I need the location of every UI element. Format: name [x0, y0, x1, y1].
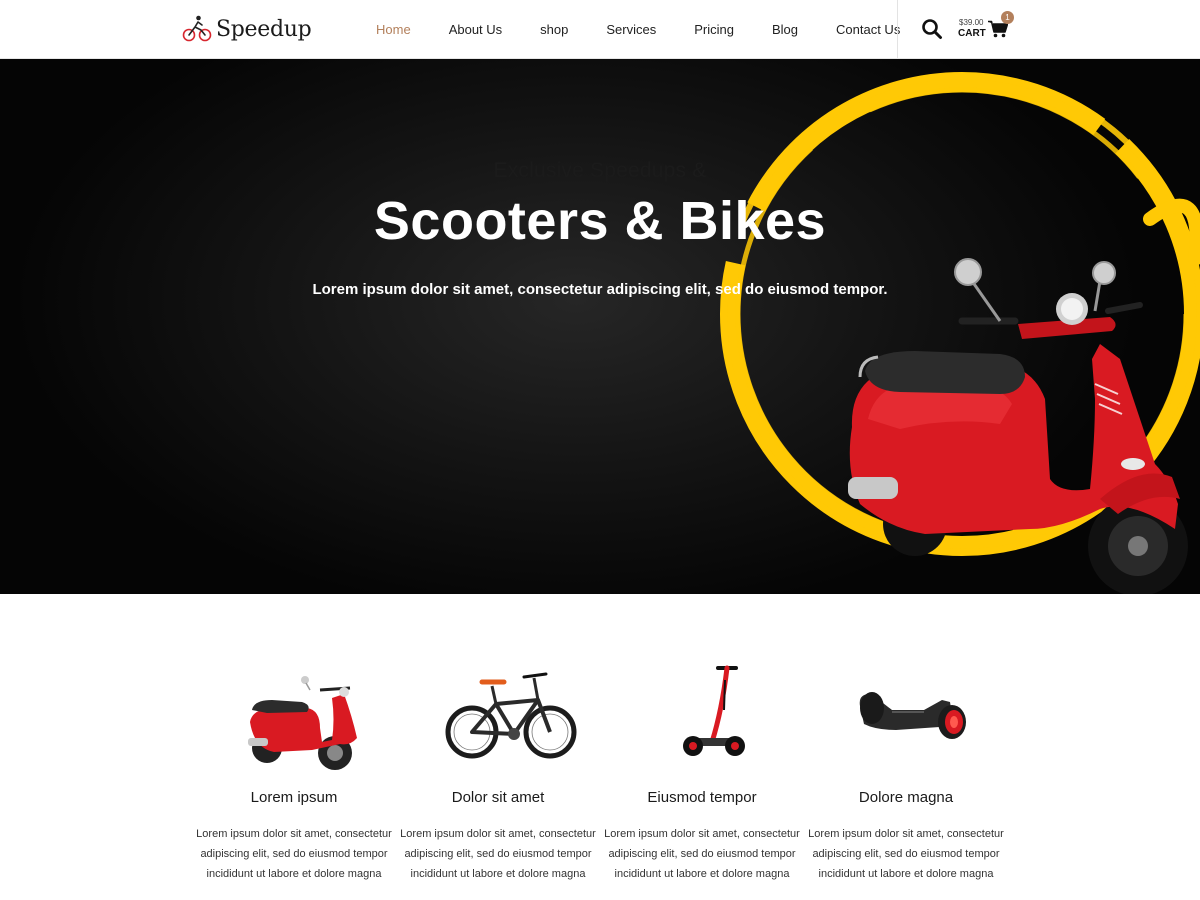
hero-subtitle: Exclusive Speedups & — [493, 159, 707, 182]
cart-label: CART — [958, 28, 986, 39]
cyclist-logo-icon — [182, 15, 212, 42]
hero-description: Lorem ipsum dolor sit amet, consectetur … — [312, 281, 888, 298]
product-card-scooter[interactable]: Lorem ipsum Lorem ipsum dolor sit amet, … — [192, 650, 396, 890]
product-card-hoverboard[interactable]: Dolore magna Lorem ipsum dolor sit amet,… — [804, 650, 1008, 890]
product-description: Lorem ipsum dolor sit amet, consectetur … — [196, 828, 392, 880]
main-nav: Home About Us shop Services Pricing Blog… — [357, 0, 919, 58]
product-description: Lorem ipsum dolor sit amet, consectetur … — [808, 828, 1004, 880]
search-icon — [922, 19, 942, 39]
nav-contact-us[interactable]: Contact Us — [817, 22, 919, 37]
site-header: Speedup Home About Us shop Services Pric… — [0, 0, 1200, 59]
search-button[interactable] — [921, 18, 943, 40]
nav-blog[interactable]: Blog — [753, 22, 817, 37]
product-description: Lorem ipsum dolor sit amet, consectetur … — [604, 828, 800, 880]
brand-name: Speedup — [216, 16, 312, 42]
nav-pricing[interactable]: Pricing — [675, 22, 753, 37]
product-title: Dolore magna — [858, 789, 954, 806]
product-card-segway[interactable]: Eiusmod tempor Lorem ipsum dolor sit ame… — [600, 650, 804, 890]
nav-home[interactable]: Home — [357, 22, 430, 37]
segway-icon — [683, 665, 745, 756]
header-divider — [897, 0, 898, 58]
product-title: Eiusmod tempor — [647, 789, 757, 806]
cart-count-badge: 1 — [1001, 11, 1014, 24]
hero-banner: Exclusive Speedups & Scooters & Bikes Lo… — [0, 59, 1200, 594]
product-title: Lorem ipsum — [250, 789, 338, 806]
hoverboard-icon — [859, 692, 966, 739]
hero-title: Scooters & Bikes — [373, 191, 827, 251]
product-categories: Lorem ipsum Lorem ipsum dolor sit amet, … — [192, 650, 1008, 890]
scooter-icon — [248, 676, 357, 770]
product-description: Lorem ipsum dolor sit amet, consectetur … — [400, 828, 596, 880]
bicycle-icon — [445, 672, 577, 759]
hero-scooter-image — [720, 72, 1200, 594]
nav-about-us[interactable]: About Us — [430, 22, 521, 37]
nav-services[interactable]: Services — [587, 22, 675, 37]
product-title: Dolor sit amet — [451, 789, 545, 806]
product-card-bicycle[interactable]: Dolor sit amet Lorem ipsum dolor sit ame… — [396, 650, 600, 890]
nav-shop[interactable]: shop — [521, 22, 587, 37]
site-logo[interactable]: Speedup — [182, 12, 312, 46]
cart-button[interactable]: $39.00 CART 1 — [956, 11, 1016, 44]
cart-amount: $39.00 — [959, 18, 984, 27]
